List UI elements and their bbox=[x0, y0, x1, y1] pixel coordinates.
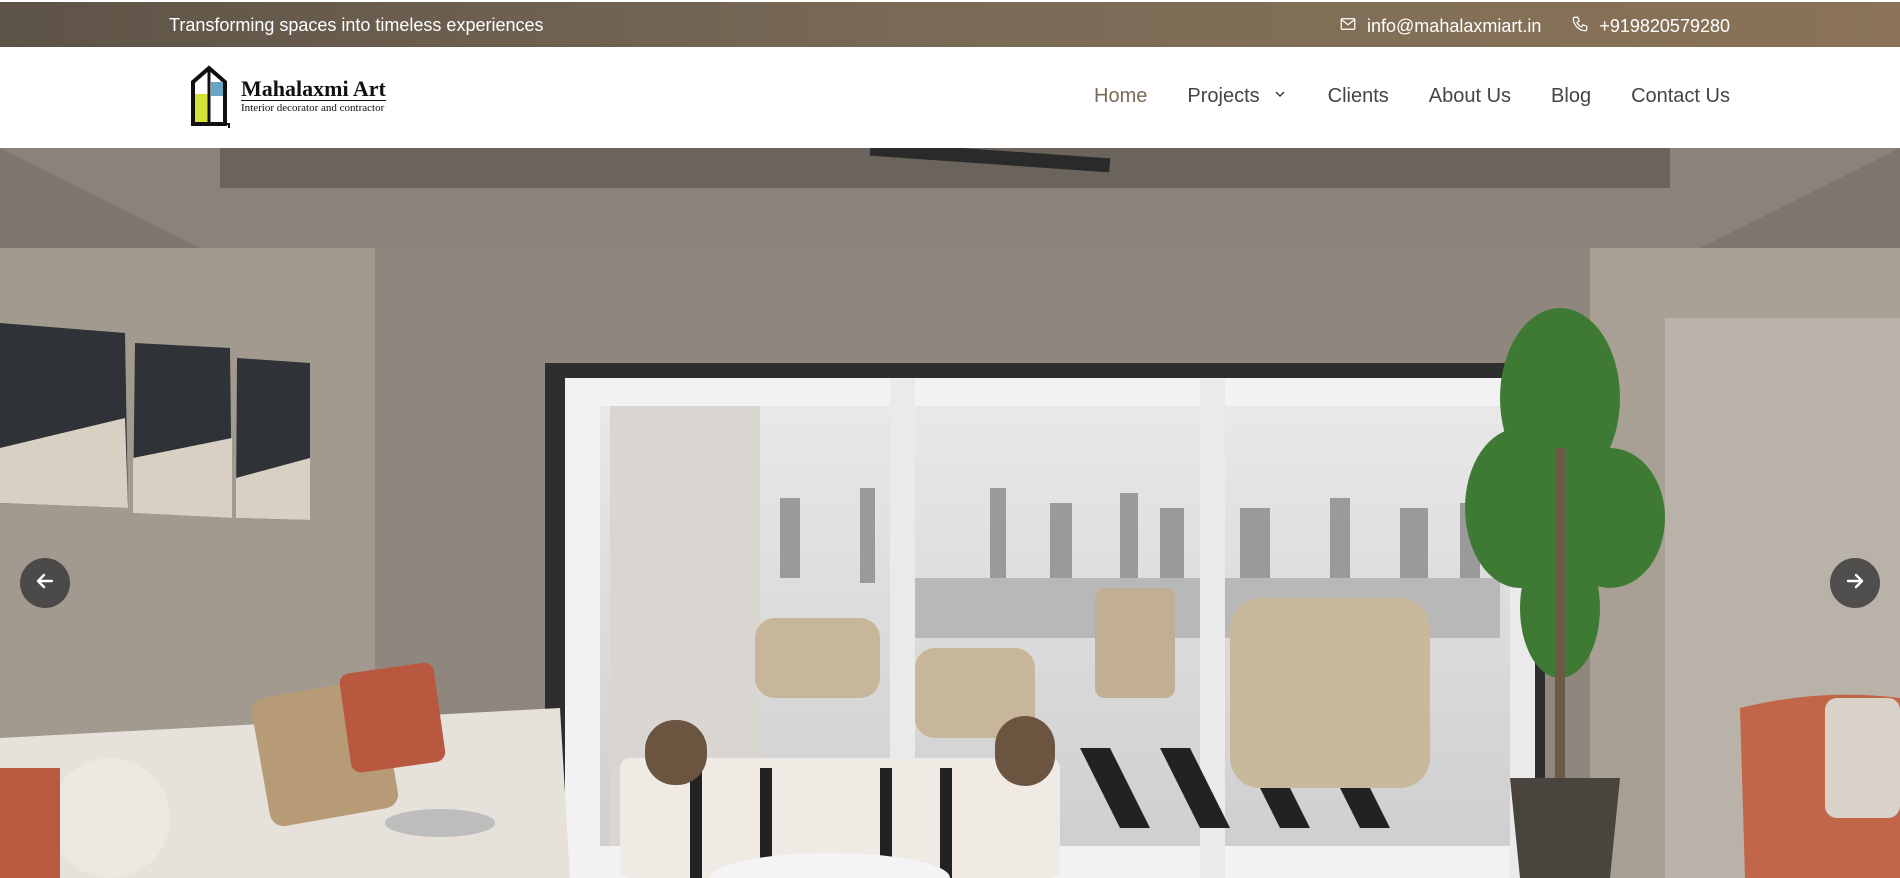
hero-slider bbox=[0, 148, 1900, 878]
phone-link[interactable]: +919820579280 bbox=[1571, 15, 1730, 38]
phone-icon bbox=[1571, 15, 1589, 38]
nav-projects-label: Projects bbox=[1187, 85, 1260, 107]
nav-clients-label: Clients bbox=[1327, 85, 1389, 107]
top-bar: Transforming spaces into timeless experi… bbox=[0, 2, 1900, 47]
nav-contact[interactable]: Contact Us bbox=[1631, 85, 1730, 108]
arrow-right-icon bbox=[1843, 569, 1867, 598]
main-nav: Home Projects Clients About Us Blog Cont… bbox=[1094, 85, 1730, 108]
site-logo[interactable]: Mahalaxmi Art Interior decorator and con… bbox=[185, 62, 400, 130]
logo-mark-icon bbox=[191, 65, 230, 128]
slider-prev-button[interactable] bbox=[20, 558, 70, 608]
hero-image bbox=[0, 148, 1900, 878]
mail-icon bbox=[1339, 15, 1357, 38]
slider-next-button[interactable] bbox=[1830, 558, 1880, 608]
nav-home-label: Home bbox=[1094, 85, 1148, 107]
nav-blog[interactable]: Blog bbox=[1551, 85, 1591, 108]
nav-projects[interactable]: Projects bbox=[1187, 85, 1287, 108]
phone-text: +919820579280 bbox=[1599, 16, 1730, 36]
nav-home[interactable]: Home bbox=[1094, 85, 1147, 108]
nav-blog-label: Blog bbox=[1551, 85, 1592, 107]
email-text: info@mahalaxmiart.in bbox=[1367, 16, 1542, 36]
logo-subtitle: Interior decorator and contractor bbox=[241, 100, 386, 114]
logo-name: Mahalaxmi Art bbox=[241, 76, 386, 101]
tagline: Transforming spaces into timeless experi… bbox=[169, 15, 544, 35]
nav-about[interactable]: About Us bbox=[1429, 85, 1511, 108]
nav-clients[interactable]: Clients bbox=[1328, 85, 1389, 108]
chevron-down-icon bbox=[1272, 85, 1288, 108]
nav-about-label: About Us bbox=[1428, 85, 1512, 107]
site-header: Mahalaxmi Art Interior decorator and con… bbox=[0, 47, 1900, 148]
arrow-left-icon bbox=[33, 569, 57, 598]
email-link[interactable]: info@mahalaxmiart.in bbox=[1339, 15, 1541, 38]
nav-contact-label: Contact Us bbox=[1631, 85, 1730, 107]
contact-info: info@mahalaxmiart.in +919820579280 bbox=[1339, 15, 1730, 38]
